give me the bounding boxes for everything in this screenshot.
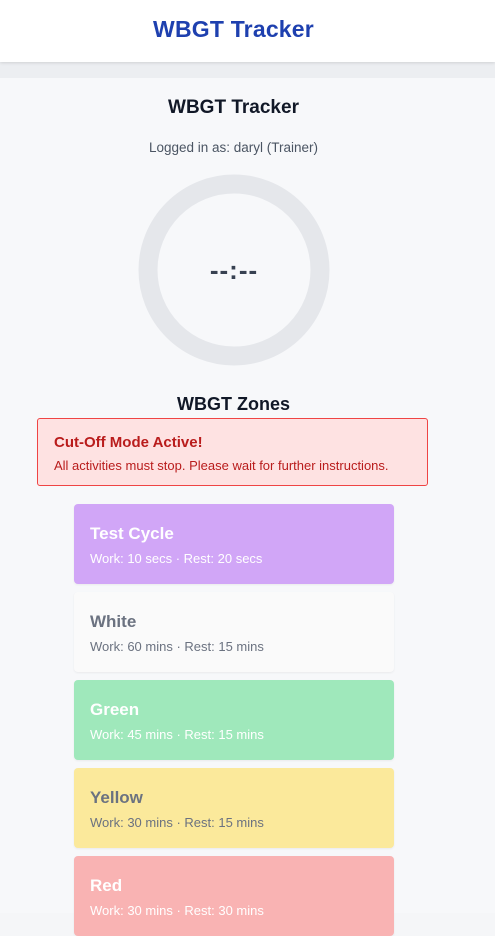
cutoff-alert: Cut-Off Mode Active! All activities must… [37, 418, 428, 486]
zone-detail: Work: 60 mins · Rest: 15 mins [90, 639, 264, 654]
zone-name: Yellow [90, 788, 143, 807]
page-title: WBGT Tracker [168, 97, 299, 118]
zone-card-red[interactable]: Red Work: 30 mins · Rest: 30 mins [74, 856, 394, 936]
zone-detail: Work: 30 mins · Rest: 30 mins [90, 903, 264, 918]
zone-card-test-cycle[interactable]: Test Cycle Work: 10 secs · Rest: 20 secs [74, 504, 394, 584]
zone-detail: Work: 10 secs · Rest: 20 secs [90, 551, 263, 566]
zone-detail: Work: 45 mins · Rest: 15 mins [90, 727, 264, 742]
zones-heading: WBGT Zones [177, 394, 290, 414]
zone-name: Test Cycle [90, 524, 174, 543]
zone-name: Red [90, 876, 123, 895]
timer-display: --:-- [209, 255, 259, 285]
zone-name: White [90, 612, 137, 631]
zone-card-white[interactable]: White Work: 60 mins · Rest: 15 mins [74, 592, 394, 672]
zone-card-green[interactable]: Green Work: 45 mins · Rest: 15 mins [74, 680, 394, 760]
alert-message: All activities must stop. Please wait fo… [54, 458, 389, 473]
alert-title: Cut-Off Mode Active! [54, 434, 203, 451]
app-header: WBGT Tracker [0, 0, 495, 62]
header-divider [0, 62, 495, 78]
login-status: Logged in as: daryl (Trainer) [148, 140, 319, 155]
zone-detail: Work: 30 mins · Rest: 15 mins [90, 815, 264, 830]
zone-card-yellow[interactable]: Yellow Work: 30 mins · Rest: 15 mins [74, 768, 394, 848]
zone-name: Green [90, 700, 140, 719]
app-title: WBGT Tracker [153, 16, 314, 42]
